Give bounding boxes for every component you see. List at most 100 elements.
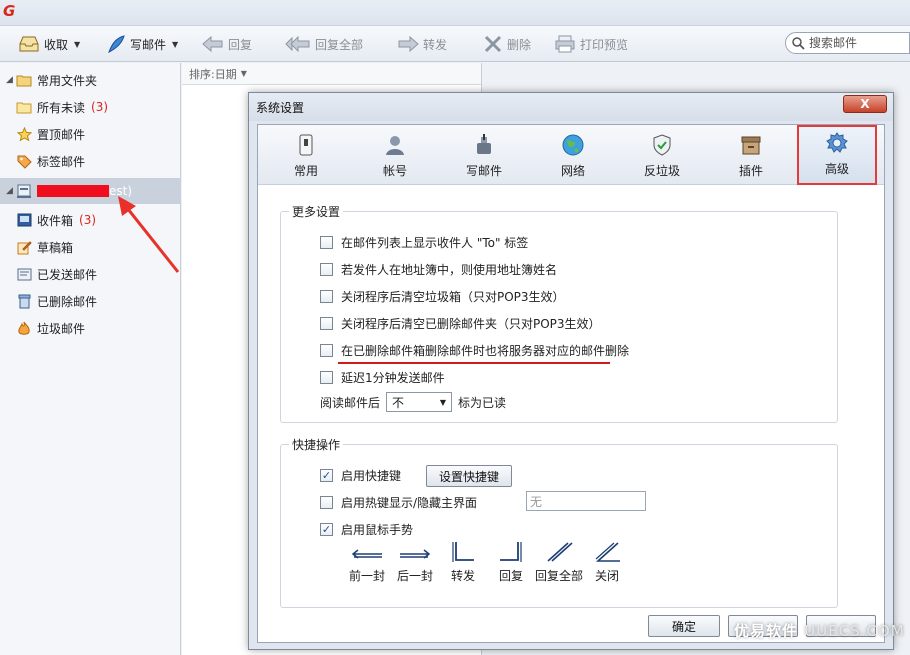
sidebar-group-common-label: 常用文件夹 bbox=[37, 73, 98, 88]
dialog-title: 系统设置 bbox=[256, 100, 305, 115]
tag-icon bbox=[16, 153, 32, 169]
option-delay-send[interactable]: 延迟1分钟发送邮件 bbox=[320, 368, 445, 386]
sidebar-item-tagged[interactable]: 标签邮件 bbox=[0, 148, 181, 174]
diagonal-stroke-icon bbox=[547, 542, 573, 562]
sidebar-item-pinned-label: 置顶邮件 bbox=[37, 127, 86, 142]
sort-header[interactable]: 排序:日期 ▼ bbox=[182, 63, 481, 85]
sent-icon bbox=[16, 266, 32, 282]
checkbox[interactable] bbox=[320, 343, 333, 357]
gesture-label: 回复全部 bbox=[534, 569, 583, 583]
gesture-label: 回复 bbox=[498, 569, 523, 583]
tab-antispam-label: 反垃圾 bbox=[643, 164, 680, 178]
chevron-down-icon[interactable]: ▼ bbox=[241, 69, 247, 78]
option-empty-deleted-on-close[interactable]: 关闭程序后清空已删除邮件夹（只对POP3生效） bbox=[320, 314, 601, 332]
tab-network[interactable]: 网络 bbox=[533, 129, 613, 183]
close-button[interactable]: X bbox=[843, 95, 887, 113]
tab-compose[interactable]: 写邮件 bbox=[444, 129, 524, 183]
search-box[interactable] bbox=[785, 32, 910, 54]
mark-read-label: 标为已读 bbox=[458, 395, 507, 410]
tab-antispam[interactable]: 反垃圾 bbox=[622, 129, 702, 183]
read-after-select[interactable]: 不 ▼ bbox=[386, 392, 453, 412]
trash-can-icon bbox=[16, 293, 32, 309]
reply-label: 回复 bbox=[228, 37, 253, 52]
compose-label: 写邮件 bbox=[130, 37, 167, 52]
feather-pen-icon bbox=[108, 35, 125, 54]
settings-dialog: 系统设置 X 常用 帐号 写邮件 网络 反垃圾 插件 高级 更多设置 在邮件列表… bbox=[248, 92, 894, 650]
down-left-stroke-icon bbox=[500, 542, 522, 562]
gesture-label: 前一封 bbox=[348, 569, 385, 583]
sidebar-item-deleted[interactable]: 已删除邮件 bbox=[0, 288, 181, 314]
flame-icon bbox=[16, 320, 32, 336]
search-input[interactable] bbox=[809, 36, 899, 50]
shortcuts-legend: 快捷操作 bbox=[292, 438, 341, 452]
sidebar-item-drafts-label: 草稿箱 bbox=[37, 240, 74, 255]
read-after-label: 阅读邮件后 bbox=[320, 395, 381, 410]
checkbox-checked[interactable] bbox=[320, 468, 333, 482]
delete-button[interactable]: 删除 bbox=[483, 33, 531, 55]
hotkey-field[interactable]: 无 bbox=[526, 491, 646, 511]
option-show-to-label[interactable]: 在邮件列表上显示收件人 "To" 标签 bbox=[320, 233, 528, 251]
checkbox[interactable] bbox=[320, 235, 333, 249]
option-toggle-main-hotkey[interactable]: 启用热键显示/隐藏主界面 bbox=[320, 493, 477, 511]
folder-sidebar: ◢ 常用文件夹 所有未读 (3) 置顶邮件 标签邮件 ◢ est) 收件箱 (3… bbox=[0, 63, 181, 655]
forward-button[interactable]: 转发 bbox=[397, 33, 447, 55]
diagonal-down-stroke-icon bbox=[595, 542, 620, 562]
print-preview-button[interactable]: 打印预览 bbox=[554, 33, 628, 55]
search-icon bbox=[792, 36, 805, 50]
folder-icon bbox=[16, 99, 32, 115]
checkbox[interactable] bbox=[320, 262, 333, 276]
checkbox[interactable] bbox=[320, 316, 333, 330]
option-enable-gestures[interactable]: 启用鼠标手势 bbox=[320, 520, 413, 538]
tab-account[interactable]: 帐号 bbox=[355, 129, 435, 183]
sidebar-item-pinned[interactable]: 置顶邮件 bbox=[0, 121, 181, 147]
checkbox-checked[interactable] bbox=[320, 522, 333, 536]
set-hotkeys-button[interactable]: 设置快捷键 bbox=[426, 465, 512, 487]
compose-dropdown-icon[interactable]: ▼ bbox=[172, 40, 178, 49]
annotation-underline bbox=[338, 362, 610, 364]
sidebar-group-common[interactable]: ◢ 常用文件夹 bbox=[0, 67, 181, 93]
arrow-left-icon bbox=[351, 549, 382, 559]
compose-button[interactable]: 写邮件 ▼ bbox=[106, 33, 178, 55]
account-icon bbox=[16, 183, 32, 199]
settings-tabbar: 常用 帐号 写邮件 网络 反垃圾 插件 高级 bbox=[258, 125, 884, 185]
folder-icon bbox=[16, 72, 32, 88]
gesture-reply: 回复 bbox=[484, 541, 538, 584]
ink-bottle-icon bbox=[471, 133, 497, 157]
option-label: 关闭程序后清空已删除邮件夹（只对POP3生效） bbox=[341, 316, 601, 331]
tab-general[interactable]: 常用 bbox=[266, 129, 346, 183]
checkbox[interactable] bbox=[320, 289, 333, 303]
tab-compose-label: 写邮件 bbox=[465, 164, 502, 178]
reply-all-button[interactable]: 回复全部 bbox=[285, 33, 363, 55]
collapse-triangle-icon[interactable]: ◢ bbox=[6, 75, 16, 85]
ok-button[interactable]: 确定 bbox=[648, 615, 720, 637]
option-label: 在邮件列表上显示收件人 "To" 标签 bbox=[341, 235, 529, 250]
option-empty-junk-on-close[interactable]: 关闭程序后清空垃圾箱（只对POP3生效） bbox=[320, 287, 565, 305]
delete-x-icon bbox=[484, 35, 502, 53]
dialog-titlebar[interactable]: 系统设置 X bbox=[249, 93, 893, 121]
option-label: 启用热键显示/隐藏主界面 bbox=[341, 495, 478, 510]
sidebar-item-all-unread[interactable]: 所有未读 (3) bbox=[0, 94, 181, 120]
tab-advanced[interactable]: 高级 bbox=[797, 125, 877, 185]
hotkey-value: 无 bbox=[530, 494, 543, 509]
unread-count-badge: (3) bbox=[91, 100, 109, 114]
receive-button[interactable]: 收取 ▼ bbox=[18, 33, 80, 55]
option-enable-hotkeys[interactable]: 启用快捷键 bbox=[320, 466, 401, 484]
ok-label: 确定 bbox=[671, 619, 696, 634]
gesture-next: 后一封 bbox=[388, 541, 442, 584]
checkbox[interactable] bbox=[320, 495, 333, 509]
sidebar-item-sent-label: 已发送邮件 bbox=[37, 267, 98, 282]
chevron-down-icon: ▼ bbox=[439, 397, 447, 407]
reply-button[interactable]: 回复 bbox=[202, 33, 252, 55]
receive-dropdown-icon[interactable]: ▼ bbox=[74, 40, 80, 49]
tab-general-label: 常用 bbox=[293, 164, 318, 178]
option-delete-on-server[interactable]: 在已删除邮件箱删除邮件时也将服务器对应的邮件删除 bbox=[320, 341, 629, 359]
gesture-close: 关闭 bbox=[580, 541, 634, 584]
annotation-arrow-icon bbox=[118, 196, 180, 273]
tab-plugins[interactable]: 插件 bbox=[711, 129, 791, 183]
checkbox[interactable] bbox=[320, 370, 333, 384]
collapse-triangle-icon[interactable]: ◢ bbox=[6, 186, 16, 196]
option-use-addressbook-name[interactable]: 若发件人在地址簿中，则使用地址簿姓名 bbox=[320, 260, 557, 278]
sidebar-item-junk[interactable]: 垃圾邮件 bbox=[0, 315, 181, 341]
close-icon: X bbox=[860, 97, 870, 111]
reply-all-label: 回复全部 bbox=[315, 37, 364, 52]
